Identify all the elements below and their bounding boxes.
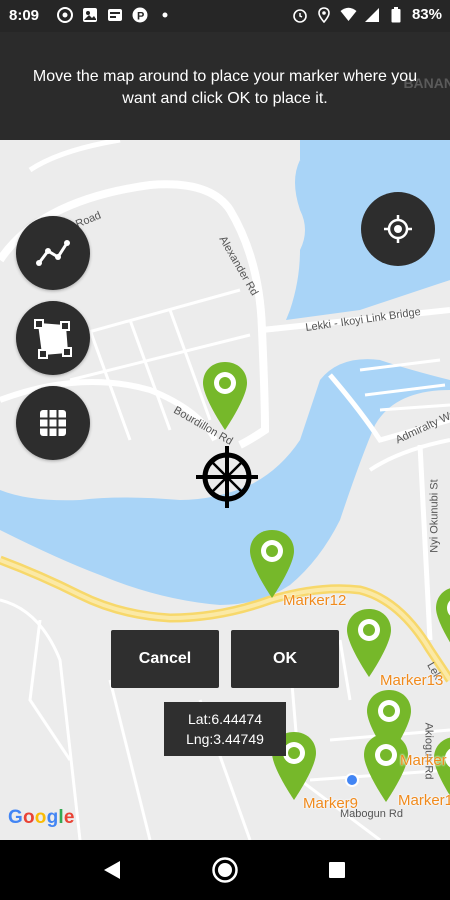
location-icon: [316, 6, 333, 23]
battery-icon: [388, 6, 405, 23]
latitude-text: Lat:6.44474: [188, 711, 262, 727]
polyline-icon: [36, 240, 70, 266]
longitude-text: Lng:3.44749: [186, 731, 264, 747]
news-icon: [106, 6, 123, 23]
map-view[interactable]: Lankard Road Alexander Rd Lekki - Ikoyi …: [0, 140, 450, 840]
coordinates-box: Lat:6.44474 Lng:3.44749: [164, 702, 286, 756]
crosshair-target-icon: [196, 446, 258, 508]
status-right-icons: 83%: [292, 6, 442, 23]
instruction-banner: BANAN Move the map around to place your …: [0, 32, 450, 140]
dot-icon: [156, 6, 173, 23]
map-marker[interactable]: [345, 607, 393, 679]
map-marker[interactable]: [201, 360, 249, 432]
status-left-icons: P: [56, 6, 173, 23]
navigation-bar: [0, 840, 450, 900]
home-icon[interactable]: [211, 856, 239, 884]
wifi-icon: [340, 6, 357, 23]
map-marker[interactable]: [434, 585, 450, 657]
map-marker[interactable]: [248, 528, 296, 600]
google-logo: Google: [8, 807, 75, 828]
marker-label: Marker: [400, 752, 447, 769]
status-bar: 8:09 P 83%: [0, 0, 450, 32]
marker-label: Marker12: [283, 592, 347, 609]
marker-label: Marker9: [303, 795, 359, 812]
road-label: Nyi Okunubi St: [428, 479, 441, 553]
recents-icon[interactable]: [328, 861, 346, 879]
signal-icon: [364, 6, 381, 23]
battery-percent: 83%: [411, 6, 442, 23]
ok-button[interactable]: OK: [231, 630, 339, 688]
parking-icon: P: [131, 6, 148, 23]
polygon-tool-button[interactable]: [16, 301, 90, 375]
marker-label: Marker10: [398, 792, 450, 809]
photos-icon: [81, 6, 98, 23]
svg-text:P: P: [137, 10, 144, 22]
chrome-icon: [56, 6, 73, 23]
grid-tool-button[interactable]: [16, 386, 90, 460]
my-location-icon: [384, 215, 412, 243]
alarm-icon: [292, 6, 309, 23]
status-time: 8:09: [9, 7, 40, 24]
polygon-icon: [34, 319, 72, 359]
back-icon[interactable]: [101, 859, 123, 881]
grid-icon: [40, 410, 66, 436]
instruction-text: Move the map around to place your marker…: [32, 68, 418, 107]
cancel-button[interactable]: Cancel: [111, 630, 219, 688]
my-location-button[interactable]: [361, 192, 435, 266]
marker-label: Marker13: [380, 672, 444, 689]
polyline-tool-button[interactable]: [16, 216, 90, 290]
